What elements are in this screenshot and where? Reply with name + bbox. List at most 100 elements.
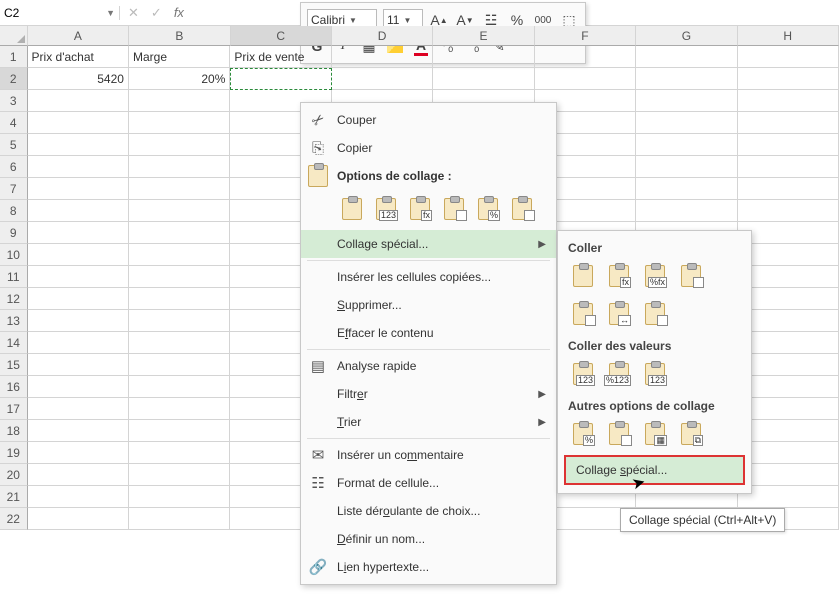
- cell[interactable]: [738, 266, 839, 288]
- menu-filter[interactable]: Filtrer ▶: [301, 380, 556, 408]
- cell[interactable]: [738, 156, 839, 178]
- paste-noborders-icon[interactable]: [568, 299, 598, 329]
- cell[interactable]: [332, 68, 433, 90]
- cell[interactable]: Prix d'achat: [28, 46, 129, 68]
- paste-widths-icon[interactable]: ↔: [604, 299, 634, 329]
- cell[interactable]: [636, 178, 737, 200]
- cell[interactable]: [129, 354, 230, 376]
- name-box-input[interactable]: [4, 6, 84, 20]
- col-header[interactable]: C: [231, 26, 332, 46]
- cell[interactable]: [636, 68, 737, 90]
- cell[interactable]: [129, 112, 230, 134]
- cell[interactable]: [28, 442, 129, 464]
- cell[interactable]: [28, 310, 129, 332]
- cell[interactable]: [636, 156, 737, 178]
- row-header[interactable]: 19: [0, 442, 28, 464]
- cell[interactable]: [28, 222, 129, 244]
- cell[interactable]: [28, 332, 129, 354]
- cell[interactable]: [738, 112, 839, 134]
- cell[interactable]: [129, 90, 230, 112]
- row-header[interactable]: 9: [0, 222, 28, 244]
- cell[interactable]: [129, 332, 230, 354]
- cell[interactable]: [738, 376, 839, 398]
- paste-transpose-icon[interactable]: [640, 299, 670, 329]
- cell[interactable]: [332, 46, 433, 68]
- col-header[interactable]: D: [332, 26, 433, 46]
- confirm-icon[interactable]: ✓: [151, 5, 162, 21]
- col-header[interactable]: B: [129, 26, 230, 46]
- cell[interactable]: [129, 200, 230, 222]
- cell[interactable]: [738, 442, 839, 464]
- cell[interactable]: [129, 222, 230, 244]
- paste-values-icon[interactable]: 123: [568, 359, 598, 389]
- fx-icon[interactable]: fx: [174, 5, 184, 20]
- cell[interactable]: [636, 112, 737, 134]
- col-header[interactable]: H: [738, 26, 839, 46]
- cell[interactable]: [738, 200, 839, 222]
- col-header[interactable]: A: [28, 26, 129, 46]
- cell[interactable]: [28, 288, 129, 310]
- row-header[interactable]: 8: [0, 200, 28, 222]
- paste-link-icon[interactable]: [507, 194, 537, 224]
- menu-cut[interactable]: ✂ Couper: [301, 106, 556, 134]
- cell[interactable]: [636, 90, 737, 112]
- cell[interactable]: [28, 464, 129, 486]
- menu-insert-copied[interactable]: Insérer les cellules copiées...: [301, 263, 556, 291]
- paste-picture-icon[interactable]: ▦: [640, 419, 670, 449]
- row-header[interactable]: 1: [0, 46, 28, 68]
- paste-values-number-icon[interactable]: %123: [604, 359, 634, 389]
- cell[interactable]: [129, 420, 230, 442]
- row-header[interactable]: 11: [0, 266, 28, 288]
- menu-format-cells[interactable]: ☷ Format de cellule...: [301, 469, 556, 497]
- row-header[interactable]: 7: [0, 178, 28, 200]
- cell[interactable]: [28, 200, 129, 222]
- menu-delete[interactable]: Supprimer...: [301, 291, 556, 319]
- cell[interactable]: [129, 134, 230, 156]
- cell[interactable]: 5420: [28, 68, 129, 90]
- paste-values-icon[interactable]: 123: [371, 194, 401, 224]
- cell[interactable]: [28, 508, 129, 530]
- menu-quick-analysis[interactable]: ▤ Analyse rapide: [301, 352, 556, 380]
- cell[interactable]: [738, 398, 839, 420]
- paste-formulas-icon[interactable]: fx: [604, 261, 634, 291]
- menu-insert-comment[interactable]: ✉ Insérer un commentaire: [301, 441, 556, 469]
- paste-all-icon[interactable]: [568, 261, 598, 291]
- paste-formatting-icon[interactable]: %: [473, 194, 503, 224]
- cell[interactable]: [28, 134, 129, 156]
- cell[interactable]: Prix de vente: [230, 46, 331, 68]
- cell[interactable]: [738, 90, 839, 112]
- row-header[interactable]: 5: [0, 134, 28, 156]
- chevron-down-icon[interactable]: ▼: [106, 8, 115, 18]
- cell[interactable]: [738, 420, 839, 442]
- cell[interactable]: [129, 464, 230, 486]
- cell[interactable]: [636, 200, 737, 222]
- cancel-icon[interactable]: ✕: [128, 5, 139, 21]
- row-header[interactable]: 3: [0, 90, 28, 112]
- menu-dropdown-list[interactable]: Liste déroulante de choix...: [301, 497, 556, 525]
- paste-link-icon[interactable]: [604, 419, 634, 449]
- cell[interactable]: [28, 420, 129, 442]
- submenu-paste-special-item[interactable]: Collage spécial...: [564, 455, 745, 485]
- row-header[interactable]: 13: [0, 310, 28, 332]
- menu-paste-special[interactable]: Collage spécial... ▶: [301, 230, 556, 258]
- cell[interactable]: [129, 288, 230, 310]
- menu-sort[interactable]: Trier ▶: [301, 408, 556, 436]
- cell[interactable]: [28, 112, 129, 134]
- cell[interactable]: [738, 464, 839, 486]
- row-header[interactable]: 22: [0, 508, 28, 530]
- cell[interactable]: [738, 222, 839, 244]
- row-header[interactable]: 15: [0, 354, 28, 376]
- cell[interactable]: [28, 486, 129, 508]
- cell[interactable]: [738, 46, 839, 68]
- paste-transpose-icon[interactable]: [439, 194, 469, 224]
- cell[interactable]: [129, 310, 230, 332]
- cell[interactable]: [129, 266, 230, 288]
- cell[interactable]: [738, 486, 839, 508]
- row-header[interactable]: 4: [0, 112, 28, 134]
- cell[interactable]: [738, 310, 839, 332]
- cell[interactable]: [738, 68, 839, 90]
- cell[interactable]: [129, 156, 230, 178]
- row-header[interactable]: 6: [0, 156, 28, 178]
- cell[interactable]: [129, 442, 230, 464]
- cell[interactable]: [129, 486, 230, 508]
